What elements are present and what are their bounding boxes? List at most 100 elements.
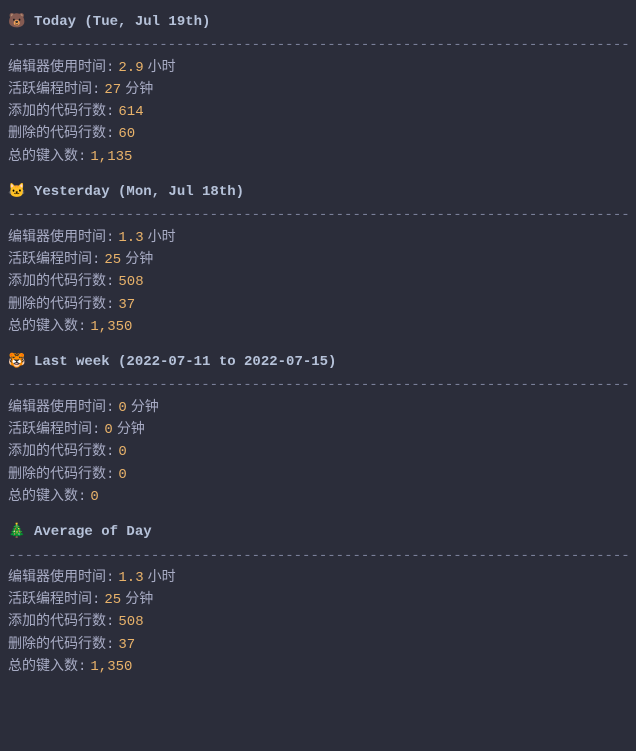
stat-line-lines-deleted: 删除的代码行数: 0 [8,464,628,486]
stats-list: 编辑器使用时间: 1.3小时活跃编程时间: 25分钟添加的代码行数: 508删除… [8,227,628,338]
stat-value: 0 [90,487,98,507]
stat-label: 活跃编程时间 [8,590,92,610]
stat-value: 27 [104,80,121,100]
stat-line-keystrokes: 总的键入数: 1,350 [8,316,628,338]
stat-label: 编辑器使用时间 [8,568,106,588]
stat-label: 活跃编程时间 [8,420,92,440]
colon: : [106,442,118,462]
stat-label: 活跃编程时间 [8,80,92,100]
stat-label: 活跃编程时间 [8,250,92,270]
stat-line-active-coding: 活跃编程时间: 27分钟 [8,79,628,101]
stat-value: 0 [118,398,126,418]
colon: : [78,657,90,677]
stat-value: 0 [118,465,126,485]
divider: ----------------------------------------… [8,204,628,226]
stat-label: 删除的代码行数 [8,465,106,485]
stat-line-lines-added: 添加的代码行数: 0 [8,441,628,463]
colon: : [106,635,118,655]
section-icon: 🐯 [8,352,26,372]
stat-unit [127,465,131,485]
section-title: Today (Tue, Jul 19th) [34,12,210,32]
stats-list: 编辑器使用时间: 1.3小时活跃编程时间: 25分钟添加的代码行数: 508删除… [8,567,628,678]
stat-unit [127,442,131,462]
colon: : [106,272,118,292]
stat-line-lines-added: 添加的代码行数: 508 [8,611,628,633]
colon: : [78,317,90,337]
stat-unit [135,295,139,315]
section-header: 🎄Average of Day [8,520,628,544]
stat-line-lines-deleted: 删除的代码行数: 37 [8,634,628,656]
colon: : [106,398,118,418]
stat-value: 25 [104,590,121,610]
stat-line-active-coding: 活跃编程时间: 0分钟 [8,419,628,441]
stat-unit [132,657,136,677]
stat-line-lines-deleted: 删除的代码行数: 37 [8,294,628,316]
stat-unit [132,317,136,337]
stat-unit: 分钟 [121,590,153,610]
stat-value: 60 [118,124,135,144]
section-icon: 🐱 [8,182,26,202]
stat-unit: 小时 [144,228,176,248]
stat-label: 总的键入数 [8,317,78,337]
stat-unit [132,147,136,167]
colon: : [106,612,118,632]
stat-label: 总的键入数 [8,487,78,507]
stat-value: 37 [118,295,135,315]
stat-unit [144,272,148,292]
stat-line-editor-time: 编辑器使用时间: 0分钟 [8,397,628,419]
stat-unit: 小时 [144,568,176,588]
stat-line-keystrokes: 总的键入数: 1,135 [8,146,628,168]
colon: : [92,80,104,100]
stat-line-keystrokes: 总的键入数: 0 [8,486,628,508]
stat-line-keystrokes: 总的键入数: 1,350 [8,656,628,678]
stat-unit: 分钟 [121,80,153,100]
stat-unit: 分钟 [113,420,145,440]
divider: ----------------------------------------… [8,374,628,396]
divider: ----------------------------------------… [8,34,628,56]
stat-line-active-coding: 活跃编程时间: 25分钟 [8,589,628,611]
stat-value: 37 [118,635,135,655]
stat-unit: 分钟 [121,250,153,270]
stat-value: 2.9 [118,58,143,78]
colon: : [106,295,118,315]
colon: : [106,465,118,485]
stats-section: 🐱 Yesterday (Mon, Jul 18th)--------------… [8,180,628,338]
colon: : [92,420,104,440]
section-title: Average of Day [34,522,152,542]
colon: : [78,147,90,167]
stat-unit: 小时 [144,58,176,78]
colon: : [92,590,104,610]
colon: : [78,487,90,507]
stat-unit [144,102,148,122]
colon: : [106,102,118,122]
stat-label: 添加的代码行数 [8,612,106,632]
stat-value: 0 [104,420,112,440]
stat-label: 编辑器使用时间 [8,398,106,418]
colon: : [106,568,118,588]
stat-label: 删除的代码行数 [8,635,106,655]
section-header: 🐯 Last week (2022-07-11 to 2022-07-15) [8,350,628,374]
stat-unit [99,487,103,507]
section-header: 🐻Today (Tue, Jul 19th) [8,10,628,34]
section-title: Last week (2022-07-11 to 2022-07-15) [34,352,336,372]
stat-unit [144,612,148,632]
section-title: Yesterday (Mon, Jul 18th) [34,182,244,202]
stat-line-active-coding: 活跃编程时间: 25分钟 [8,249,628,271]
stat-value: 25 [104,250,121,270]
stat-value: 0 [118,442,126,462]
stat-value: 508 [118,272,143,292]
stat-label: 总的键入数 [8,147,78,167]
stats-section: 🎄Average of Day-------------------------… [8,520,628,678]
stat-label: 编辑器使用时间 [8,228,106,248]
colon: : [106,124,118,144]
stat-line-lines-added: 添加的代码行数: 508 [8,271,628,293]
stats-list: 编辑器使用时间: 2.9小时活跃编程时间: 27分钟添加的代码行数: 614删除… [8,57,628,168]
stat-line-editor-time: 编辑器使用时间: 2.9小时 [8,57,628,79]
stat-label: 添加的代码行数 [8,442,106,462]
stat-value: 1.3 [118,568,143,588]
stat-value: 508 [118,612,143,632]
stat-label: 删除的代码行数 [8,124,106,144]
stat-value: 614 [118,102,143,122]
stat-value: 1,350 [90,317,132,337]
stats-list: 编辑器使用时间: 0分钟活跃编程时间: 0分钟添加的代码行数: 0删除的代码行数… [8,397,628,508]
